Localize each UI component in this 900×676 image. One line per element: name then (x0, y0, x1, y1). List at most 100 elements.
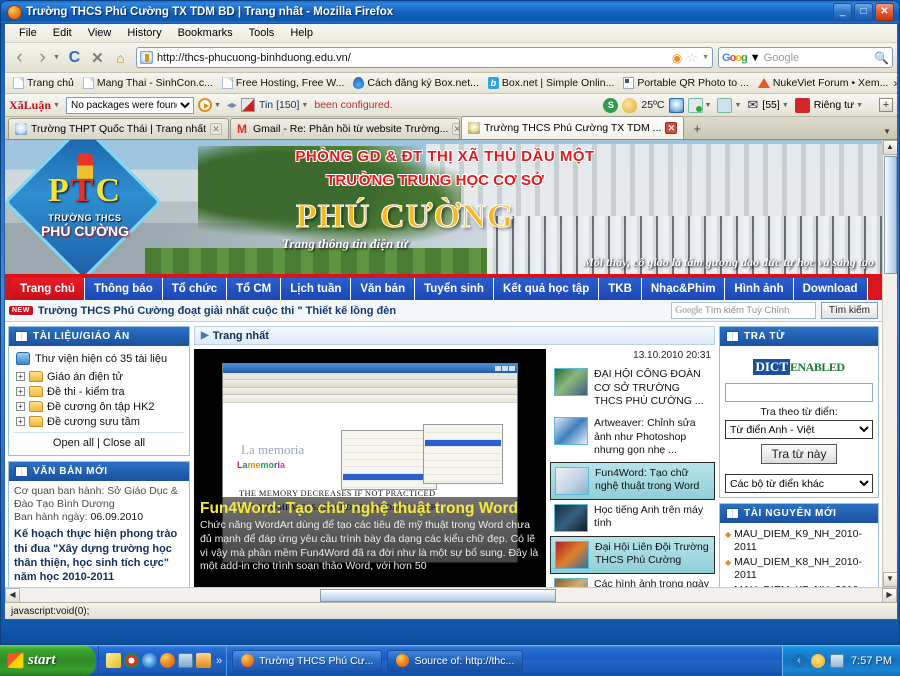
scroll-thumb-horizontal[interactable] (320, 589, 556, 602)
news-title[interactable]: Học tiếng Anh trên máy tính (594, 504, 711, 531)
menu-view[interactable]: View (80, 25, 120, 41)
news-title[interactable]: Artweaver: Chỉnh sửa ảnh như Photoshop n… (594, 417, 711, 458)
bookmark-free-hosting[interactable]: Free Hosting, Free W... (218, 76, 349, 90)
tree-item-label[interactable]: Giáo án điện tử (47, 371, 123, 383)
search-engine-dropdown-icon[interactable]: ▼ (750, 52, 761, 64)
nav-item-ket-qua-hoc-tap[interactable]: Kết quả học tập (494, 278, 599, 300)
quick-launch-overflow-icon[interactable]: » (214, 655, 222, 667)
tree-item-de-cuong-suu-tam[interactable]: + Đề cương sưu tầm (14, 414, 184, 429)
urlbar-dropdown-icon[interactable]: ▼ (702, 54, 709, 61)
back-icon[interactable]: ‹ (9, 47, 30, 68)
list-item[interactable]: Đại Hội Liên Đội Trường THCS Phú Cường (550, 536, 715, 574)
news-title[interactable]: Các hình ảnh trong ngày khảo sát chất lư… (594, 578, 711, 587)
chrome-icon[interactable] (124, 653, 139, 668)
scroll-down-button[interactable]: ▼ (883, 572, 898, 587)
menu-file[interactable]: File (11, 25, 45, 41)
news-title[interactable]: Đại Hội Liên Đội Trường THCS Phú Cường (595, 541, 710, 568)
download-helper-icon[interactable] (688, 98, 703, 113)
ie-icon[interactable] (142, 653, 157, 668)
dictionary-select[interactable]: Từ điển Anh - Việt (725, 420, 873, 439)
tab-thcs-phu-cuong[interactable]: Trường THCS Phú Cường TX TDM ... ✕ (461, 116, 684, 139)
news-dropdown-icon[interactable]: ▼ (301, 102, 308, 109)
reload-icon[interactable]: C (64, 47, 85, 68)
close-all-link[interactable]: Close all (103, 437, 145, 449)
expand-icon[interactable]: + (16, 402, 25, 411)
scroll-left-button[interactable]: ◀ (5, 588, 20, 603)
forward-icon[interactable]: › (32, 47, 53, 68)
star-icon[interactable]: ☆ (686, 50, 698, 66)
news-count-label[interactable]: Tin [150] (259, 99, 299, 111)
site-search-button[interactable]: Tìm kiếm (821, 302, 878, 319)
nav-item-download[interactable]: Download (794, 278, 868, 300)
tab-close-icon[interactable]: ✕ (452, 123, 460, 135)
tree-item-de-thi-kiem-tra[interactable]: + Đề thi - kiểm tra (14, 384, 184, 399)
url-bar[interactable]: http://thcs-phucuong-binhduong.edu.vn/ ◉… (136, 47, 713, 68)
other-dictionaries-select[interactable]: Các bộ từ điển khác (725, 474, 873, 493)
privacy-icon[interactable] (795, 98, 810, 113)
list-item[interactable]: Fun4Word: Tạo chữ nghệ thuật trong Word (550, 462, 715, 500)
resource-label[interactable]: MAU_DIEM_K8_NH_2010-2011 (734, 556, 873, 583)
tree-item-label[interactable]: Đề thi - kiểm tra (47, 386, 125, 398)
nav-item-to-cm[interactable]: Tổ CM (227, 278, 281, 300)
nav-item-van-ban[interactable]: Văn bản (351, 278, 415, 300)
nav-item-hinh-anh[interactable]: Hình ảnh (725, 278, 793, 300)
scroll-right-button[interactable]: ▶ (882, 588, 897, 603)
bookmark-mang-thai[interactable]: Mang Thai - SinhCon.c... (79, 76, 217, 90)
taskbar-task-source[interactable]: Source of: http://thc... (387, 650, 523, 672)
news-feed-icon[interactable] (241, 98, 255, 112)
search-input[interactable]: Google (764, 52, 871, 64)
news-title[interactable]: Fun4Word: Tạo chữ nghệ thuật trong Word (595, 467, 710, 494)
horizontal-scrollbar[interactable]: ◀ ▶ (5, 587, 897, 602)
smiley-icon[interactable] (811, 654, 825, 668)
xaluan-label[interactable]: XãLuận (9, 98, 51, 113)
tab-list-dropdown-icon[interactable]: ▼ (883, 127, 897, 139)
media-player-icon[interactable] (196, 653, 211, 668)
featured-article[interactable]: La memoria Lamemoria THE MEMORY DECREASE… (194, 349, 546, 587)
play-dropdown-icon[interactable]: ▼ (214, 102, 221, 109)
expand-icon[interactable]: + (16, 417, 25, 426)
nav-history-dropdown-icon[interactable]: ▼ (53, 54, 60, 61)
menu-tools[interactable]: Tools (241, 25, 283, 41)
nav-item-thong-bao[interactable]: Thông báo (85, 278, 163, 300)
list-item[interactable]: ◆MAU_DIEM_K9_NH_2010-2011 (725, 527, 873, 555)
bookmark-cach-dang-ky-box[interactable]: Cách đăng ký Box.net... (349, 76, 482, 90)
download-helper-dropdown-icon[interactable]: ▼ (705, 102, 712, 109)
mail-dropdown-icon[interactable]: ▼ (782, 102, 789, 109)
addon-blue-icon[interactable] (669, 98, 684, 113)
site-search-input[interactable]: Google Tìm kiếm Tuỳ Chỉnh (671, 302, 816, 319)
skype-icon[interactable]: S (603, 98, 618, 113)
resource-label[interactable]: MAU_DIEM_K9_NH_2010-2011 (734, 528, 873, 555)
add-toolbar-button[interactable]: + (879, 98, 893, 112)
tab-gmail[interactable]: M Gmail - Re: Phản hồi từ website Trường… (230, 118, 460, 139)
privacy-label[interactable]: Riêng tư (814, 99, 854, 111)
close-button[interactable]: ✕ (875, 3, 894, 21)
featured-article-title[interactable]: Fun4Word: Tạo chữ nghệ thuật trong Word (200, 501, 540, 517)
search-bar[interactable]: Goog ▼ Google 🔍 (718, 47, 893, 68)
scroll-thumb-vertical[interactable] (884, 156, 897, 274)
tab-thpt-quoc-thai[interactable]: Trường THPT Quốc Thái | Trang nhất ✕ (8, 118, 229, 139)
document-title[interactable]: Kế hoạch thực hiện phong trào thi đua "X… (14, 527, 184, 584)
video-dropdown-icon[interactable]: ▼ (734, 102, 741, 109)
list-item[interactable]: Học tiếng Anh trên máy tính (550, 500, 715, 536)
bookmark-box-net[interactable]: bBox.net | Simple Onlin... (484, 76, 618, 90)
note-icon[interactable] (106, 653, 121, 668)
nav-item-trang-chu[interactable]: Trang chủ (11, 278, 85, 300)
list-item[interactable]: ◆MAU_DIEM_K8_NH_2010-2011 (725, 555, 873, 583)
news-title[interactable]: ĐẠI HỘI CÔNG ĐOÀN CƠ SỞ TRƯỜNG THCS PHÚ … (594, 368, 711, 409)
network-icon[interactable] (830, 654, 844, 668)
show-desktop-icon[interactable] (178, 653, 193, 668)
tree-item-giao-an-dien-tu[interactable]: + Giáo án điện tử (14, 369, 184, 384)
rss-icon[interactable]: ◉ (672, 51, 682, 65)
url-text[interactable]: http://thcs-phucuong-binhduong.edu.vn/ (157, 52, 668, 64)
nav-item-to-chuc[interactable]: Tổ chức (163, 278, 227, 300)
maximize-button[interactable]: □ (854, 3, 873, 21)
menu-history[interactable]: History (119, 25, 169, 41)
tree-item-label[interactable]: Đề cương ôn tập HK2 (47, 401, 155, 413)
tab-close-icon[interactable]: ✕ (210, 123, 222, 135)
minimize-button[interactable]: _ (833, 3, 852, 21)
nav-item-lich-tuan[interactable]: Lịch tuần (281, 278, 351, 300)
scroll-up-button[interactable]: ▲ (883, 140, 898, 155)
privacy-dropdown-icon[interactable]: ▼ (856, 102, 863, 109)
nav-item-nhac-phim[interactable]: Nhạc&Phim (642, 278, 726, 300)
weather-icon[interactable] (622, 98, 637, 113)
